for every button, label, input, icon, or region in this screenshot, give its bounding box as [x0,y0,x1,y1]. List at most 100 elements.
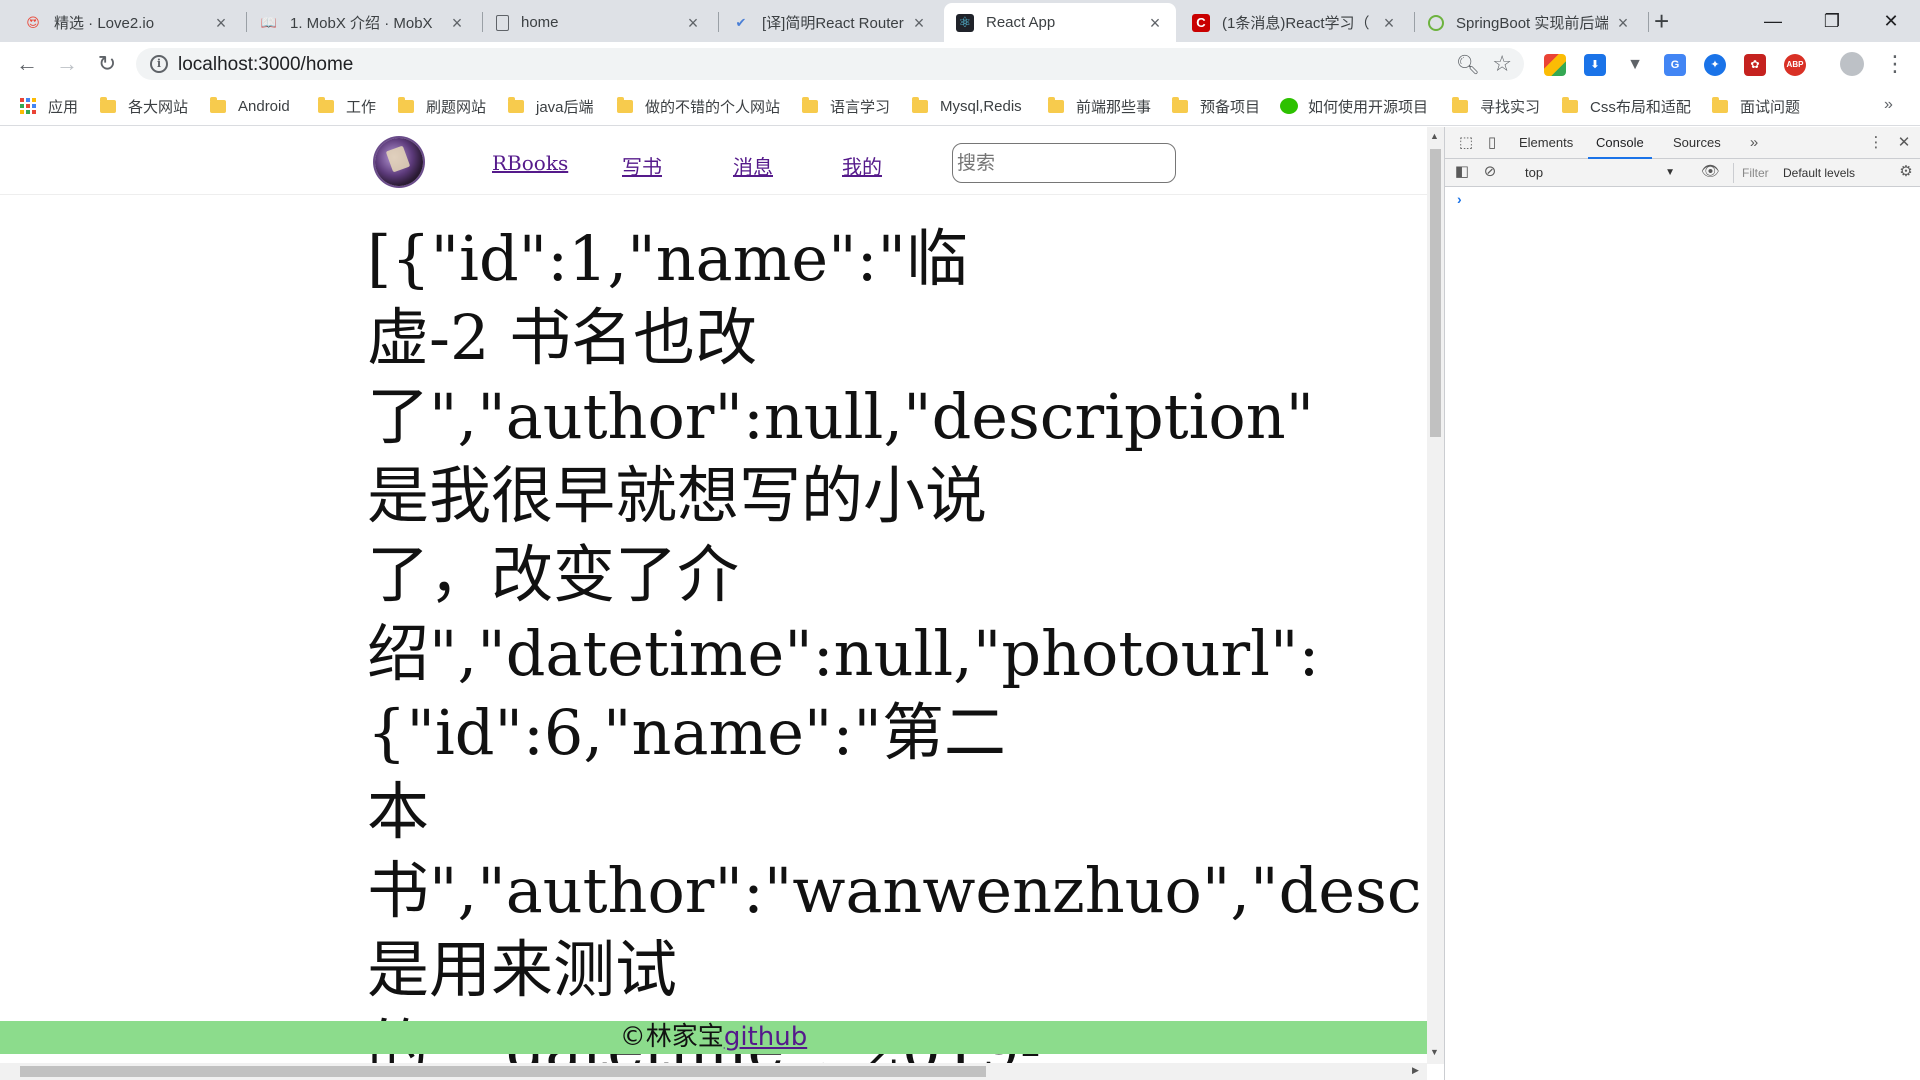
close-icon[interactable]: × [910,14,928,32]
bookmark-folder[interactable]: Css布局和适配 [1562,94,1691,118]
page-vertical-scrollbar[interactable]: ▲ ▼ [1427,127,1444,1064]
close-icon[interactable]: × [212,14,230,32]
devtools-tab-console[interactable]: Console [1588,127,1652,159]
devtools-tab-sources[interactable]: Sources [1665,127,1729,159]
tab-mobx[interactable]: 📖 1. MobX 介绍 · MobX × [248,3,478,42]
extension-chrome-icon[interactable] [1544,54,1566,76]
reload-button[interactable]: ↻ [92,50,122,78]
chrome-menu-icon[interactable]: ⋮ [1884,51,1906,77]
bookmark-folder[interactable]: 前端那些事 [1048,94,1151,118]
folder-icon [617,96,633,113]
tab-title: 1. MobX 介绍 · MobX [290,15,433,32]
bookmark-apps[interactable]: 应用 [20,94,78,118]
bookmark-folder[interactable]: 做的不错的个人网站 [617,94,780,118]
scrollbar-thumb[interactable] [1430,149,1441,437]
close-icon[interactable]: × [684,14,702,32]
nav-link-messages[interactable]: 消息 [733,151,773,180]
tab-csdn[interactable]: C (1条消息)React学习（ × [1180,3,1410,42]
extension-vue-icon[interactable]: ▼ [1624,54,1646,76]
folder-icon [318,96,334,113]
close-icon[interactable]: × [448,14,466,32]
tab-love2io[interactable]: 😍 精选 · Love2.io × [12,3,242,42]
more-tabs-icon[interactable]: » [1745,134,1763,152]
back-button[interactable]: ← [12,50,42,78]
tab-react-app[interactable]: ⚛ React App × [944,3,1176,42]
bookmark-folder[interactable]: Mysql,Redis [912,94,1022,118]
device-toolbar-icon[interactable]: ▯ [1483,134,1501,152]
context-selector[interactable]: top ▼ [1525,163,1675,183]
zoom-icon[interactable]: 🔍︎ [1456,53,1480,77]
bookmark-folder[interactable]: 预备项目 [1172,94,1260,118]
bookmark-label: Android [238,97,290,115]
extension-react-icon[interactable]: ✦ [1704,54,1726,76]
close-devtools-icon[interactable]: ✕ [1895,134,1913,152]
extension-save-icon[interactable]: ⬇ [1584,54,1606,76]
tab-react-router[interactable]: ✔ [译]简明React Router × [720,3,940,42]
bookmark-folder[interactable]: 面试问题 [1712,94,1800,118]
address-bar[interactable]: i localhost:3000/home 🔍︎ ☆ [136,48,1524,80]
restore-button[interactable]: ❐ [1803,0,1861,42]
bookmark-star-icon[interactable]: ☆ [1492,51,1512,77]
forward-button[interactable]: → [52,50,82,78]
react-icon: ⚛ [956,13,974,32]
console-toolbar: ◧ ⊘ top ▼ 👁︎ Filter Default levels ⚙ [1445,159,1920,187]
bookmark-folder[interactable]: Android [210,94,290,118]
new-tab-button[interactable]: + [1654,8,1669,34]
footer-copyright: ©林家宝 [619,1022,724,1052]
profile-avatar-icon[interactable] [1840,52,1864,76]
console-filter-input[interactable]: Filter [1733,163,1777,183]
tab-home[interactable]: home × [484,3,714,42]
devtools-tab-elements[interactable]: Elements [1511,127,1581,159]
extension-adblock-icon[interactable]: ABP [1784,54,1806,76]
tab-title: home [521,14,559,31]
bookmark-folder[interactable]: 寻找实习 [1452,94,1540,118]
page-icon [496,14,509,31]
inspect-element-icon[interactable]: ⬚ [1457,134,1475,152]
more-bookmarks-icon[interactable]: » [1884,96,1893,114]
tab-springboot[interactable]: SpringBoot 实现前后端 × [1416,3,1644,42]
nav-link-mine[interactable]: 我的 [842,151,882,180]
close-icon[interactable]: × [1614,14,1632,32]
close-icon[interactable]: × [1380,14,1398,32]
scroll-down-icon[interactable]: ▼ [1430,1047,1439,1057]
scrollbar-thumb[interactable] [20,1066,986,1077]
sidebar-toggle-icon[interactable]: ◧ [1453,163,1471,181]
console-prompt[interactable]: › [1457,191,1462,207]
github-link[interactable]: github [724,1022,807,1052]
eye-icon[interactable]: 👁︎ [1701,163,1720,181]
search-input[interactable] [952,143,1176,183]
bookmark-folder[interactable]: 语言学习 [802,94,890,118]
bookmark-folder[interactable]: 各大网站 [100,94,188,118]
devtools-menu-icon[interactable]: ⋮ [1867,134,1885,152]
devtools-panel: ⬚ ▯ Elements Console Sources » ⋮ ✕ ◧ ⊘ t… [1444,127,1920,1080]
spring-icon [1428,14,1444,31]
settings-gear-icon[interactable]: ⚙ [1897,163,1915,181]
info-icon[interactable]: i [150,55,168,73]
folder-icon [100,96,116,113]
extension-translate-icon[interactable]: G [1664,54,1686,76]
log-levels-dropdown[interactable]: Default levels [1783,163,1887,183]
bookmark-folder[interactable]: java后端 [508,94,594,118]
bookmark-link[interactable]: 如何使用开源项目 [1280,94,1428,118]
page-horizontal-scrollbar[interactable]: ▶ [0,1063,1427,1080]
extension-puzzle-icon[interactable]: ✿ [1744,54,1766,76]
minimize-button[interactable]: — [1744,0,1802,42]
bookmark-folder[interactable]: 刷题网站 [398,94,486,118]
bookmark-folder[interactable]: 工作 [318,94,376,118]
close-icon[interactable]: × [1146,14,1164,32]
bookmark-label: 寻找实习 [1480,98,1541,116]
tab-strip: 😍 精选 · Love2.io × 📖 1. MobX 介绍 · MobX × … [0,0,1920,42]
scroll-up-icon[interactable]: ▲ [1430,131,1439,141]
bookmark-label: 语言学习 [830,98,891,116]
scroll-right-icon[interactable]: ▶ [1412,1065,1419,1076]
nav-link-rbooks[interactable]: RBooks [492,151,568,175]
bookmark-label: 预备项目 [1200,98,1261,116]
nav-link-write[interactable]: 写书 [622,151,662,180]
page-viewport: RBooks 写书 消息 我的 [{"id":1,"name":"临 虚-2 书… [0,127,1427,1064]
close-window-button[interactable]: ✕ [1862,0,1920,42]
tab-title: (1条消息)React学习（ [1222,15,1370,32]
clear-console-icon[interactable]: ⊘ [1481,163,1499,181]
site-logo[interactable] [375,138,423,186]
folder-icon [1172,96,1188,113]
apps-grid-icon [20,98,36,114]
